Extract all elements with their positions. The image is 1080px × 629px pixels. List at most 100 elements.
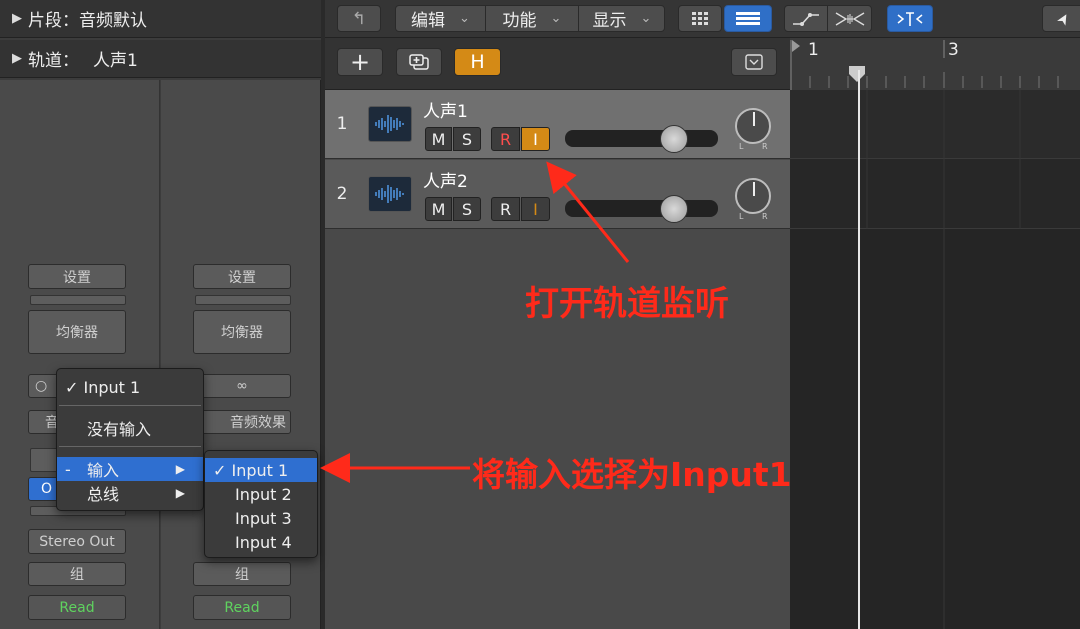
input-menu: ✓ Input 1 没有输入 - 输入 ▶ 总线 ▶ <box>56 368 204 511</box>
submenu-arrow-icon: ▶ <box>175 462 185 476</box>
submenu-item-input-4[interactable]: Input 4 <box>205 530 317 554</box>
solo-button[interactable]: S <box>453 127 481 151</box>
catch-playhead-button[interactable] <box>887 5 933 32</box>
chevron-down-box-icon <box>745 54 763 70</box>
region-inspector-header[interactable]: ▶ 片段：音频默认 <box>0 0 321 38</box>
mute-button[interactable]: M <box>425 127 452 151</box>
waveform-icon <box>375 115 404 133</box>
edit-menu-label: 编辑 <box>411 11 446 31</box>
volume-fader-handle[interactable] <box>660 125 688 153</box>
automation-button[interactable] <box>785 6 828 31</box>
chevron-down-icon: ⌄ <box>459 11 470 26</box>
track-icon[interactable] <box>368 106 412 142</box>
pan-left-label: L <box>739 142 744 151</box>
playhead[interactable] <box>858 70 860 629</box>
duplicate-track-button[interactable] <box>396 48 442 76</box>
grid-view-button[interactable] <box>678 5 722 32</box>
input-mono-icon: ○ <box>35 378 48 394</box>
eq-display[interactable]: 均衡器 <box>28 310 126 354</box>
mute-button[interactable]: M <box>425 197 452 221</box>
duplicate-track-icon <box>409 54 429 70</box>
hide-tracks-button[interactable]: H <box>454 48 501 76</box>
track-name[interactable]: 人声2 <box>423 167 468 192</box>
collapse-button[interactable] <box>731 48 777 76</box>
track-icon[interactable] <box>368 176 412 212</box>
submenu-arrow-icon: ▶ <box>175 486 185 500</box>
plus-icon: + <box>349 48 371 76</box>
track-number: 2 <box>336 184 348 204</box>
menu-separator <box>59 405 201 406</box>
menu-item-input-label: 输入 <box>87 461 120 480</box>
volume-fader-handle[interactable] <box>660 195 688 223</box>
menu-item-no-input[interactable]: 没有输入 <box>57 416 203 440</box>
menu-item-bus[interactable]: 总线 ▶ <box>57 481 203 505</box>
record-enable-button[interactable]: R <box>491 197 520 221</box>
volume-fader[interactable] <box>565 200 718 217</box>
list-view-button[interactable] <box>724 5 772 32</box>
track-number: 1 <box>336 114 348 134</box>
arrange-area[interactable] <box>790 90 1080 629</box>
output-button[interactable]: Stereo Out <box>28 529 126 554</box>
track-inspector-header[interactable]: ▶ 轨道： 人声1 <box>0 40 321 78</box>
track-name: 人声1 <box>93 51 138 71</box>
volume-fader[interactable] <box>565 130 718 147</box>
view-menu[interactable]: 显示 ⌄ <box>579 6 665 31</box>
solo-button[interactable]: S <box>453 197 481 221</box>
automation-mode-button[interactable]: Read <box>28 595 126 620</box>
record-enable-button[interactable]: R <box>491 127 520 151</box>
input-monitoring-button[interactable]: I <box>521 127 550 151</box>
track-row-1[interactable]: 1 人声1 M S R I L R <box>325 90 790 159</box>
automation-mode-button[interactable]: Read <box>193 595 291 620</box>
back-button[interactable]: ↰ <box>337 5 381 32</box>
setting-button[interactable]: 设置 <box>28 264 126 289</box>
gain-reduction-meter <box>195 295 291 305</box>
menu-item-input[interactable]: - 输入 ▶ <box>57 457 203 481</box>
waveform-icon <box>375 185 404 203</box>
list-view-icon <box>736 11 760 25</box>
track-name[interactable]: 人声1 <box>423 97 468 122</box>
add-track-button[interactable]: + <box>337 48 383 76</box>
input-stereo-slot[interactable]: ∞ <box>193 374 291 398</box>
grid-lines <box>866 90 1021 629</box>
view-menu-label: 显示 <box>592 11 627 31</box>
track-header-bar: + H <box>325 38 790 90</box>
menu-item-input-1[interactable]: ✓ Input 1 <box>57 375 203 399</box>
bar-number-3: 3 <box>948 40 959 60</box>
setting-button[interactable]: 设置 <box>193 264 291 289</box>
region-label: 片段：音频默认 <box>28 11 147 31</box>
audio-fx-slot[interactable]: 音频效果 <box>193 410 291 434</box>
annotation-select-input: 将输入选择为Input1 <box>472 455 792 494</box>
bar-number-1: 1 <box>808 40 819 60</box>
submenu-item-input-3[interactable]: Input 3 <box>205 506 317 530</box>
pan-knob[interactable] <box>735 178 771 214</box>
menu-item-bus-label: 总线 <box>87 485 120 504</box>
eq-display[interactable]: 均衡器 <box>193 310 291 354</box>
submenu-item-input-2[interactable]: Input 2 <box>205 482 317 506</box>
pan-knob[interactable] <box>735 108 771 144</box>
disclosure-triangle-icon[interactable]: ▶ <box>12 51 22 66</box>
input-monitoring-button[interactable]: I <box>521 197 550 221</box>
annotation-open-monitoring: 打开轨道监听 <box>525 284 729 324</box>
snap-icon <box>897 11 923 26</box>
track-row-2[interactable]: 2 人声2 M S R I L R <box>325 160 790 229</box>
group-button[interactable]: 组 <box>193 562 291 586</box>
ruler-ticks <box>790 38 1080 90</box>
flex-time-icon <box>835 11 865 26</box>
chevron-down-icon: ⌄ <box>550 11 562 26</box>
flex-button[interactable] <box>828 6 872 31</box>
local-menu-group: 编辑 ⌄ 功能 ⌄ 显示 ⌄ <box>395 5 665 32</box>
group-button[interactable]: 组 <box>28 562 126 586</box>
timeline-ruler[interactable]: 1 3 <box>790 38 1080 90</box>
functions-menu[interactable]: 功能 ⌄ <box>486 6 579 31</box>
pointer-tool-button[interactable]: ➤ <box>1042 5 1080 32</box>
edit-menu[interactable]: 编辑 ⌄ <box>396 6 486 31</box>
pan-right-label: R <box>762 142 768 151</box>
automation-icon <box>793 12 819 26</box>
submenu-item-input-1[interactable]: ✓ Input 1 <box>205 458 317 482</box>
stereo-icon: ∞ <box>236 378 248 394</box>
tracks-toolbar: ↰ 编辑 ⌄ 功能 ⌄ 显示 ⌄ ➤ <box>325 0 1080 38</box>
disclosure-triangle-icon[interactable]: ▶ <box>12 11 22 26</box>
pan-left-label: L <box>739 212 744 221</box>
channel-strip-left: 设置 均衡器 ○ 音 O Stereo Out 组 Read <box>0 80 160 629</box>
grid-icon <box>692 11 708 25</box>
